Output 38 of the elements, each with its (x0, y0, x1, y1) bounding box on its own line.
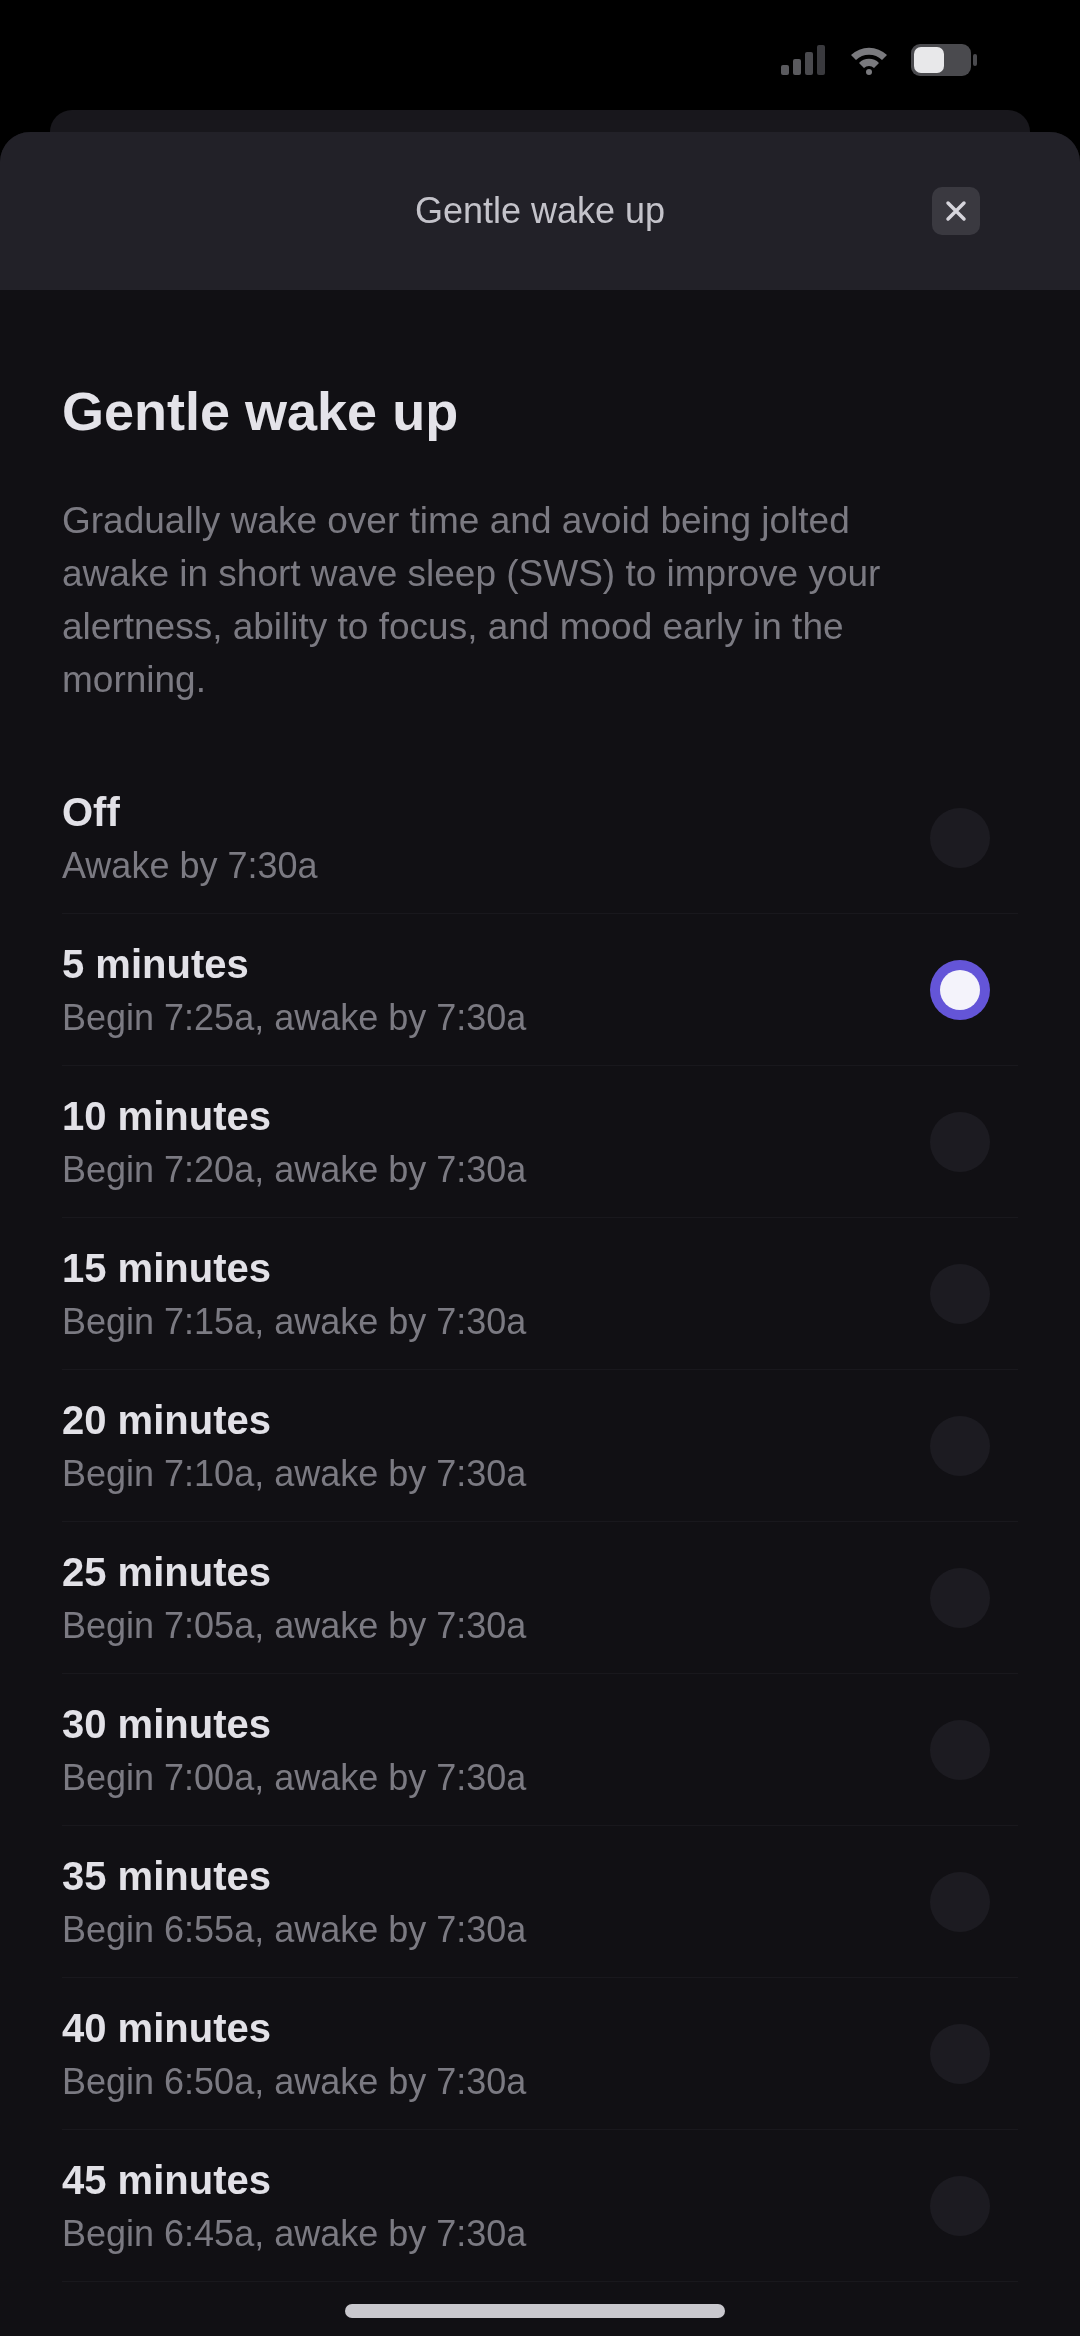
wake-option[interactable]: 15 minutes Begin 7:15a, awake by 7:30a (62, 1218, 1018, 1370)
page-heading: Gentle wake up (62, 380, 460, 442)
option-title: 20 minutes (62, 1397, 272, 1444)
wake-option[interactable]: 10 minutes Begin 7:20a, awake by 7:30a (62, 1066, 1018, 1218)
option-detail: Begin 6:45a, awake by 7:30a (62, 2213, 527, 2255)
wake-option[interactable]: 45 minutes Begin 6:45a, awake by 7:30a (62, 2130, 1018, 2282)
wake-option[interactable]: 40 minutes Begin 6:50a, awake by 7:30a (62, 1978, 1018, 2130)
option-detail: Awake by 7:30a (62, 845, 318, 887)
option-title: Off (62, 789, 121, 836)
close-icon (945, 200, 967, 222)
battery-icon (911, 44, 977, 76)
wake-option[interactable]: 35 minutes Begin 6:55a, awake by 7:30a (62, 1826, 1018, 1978)
option-detail: Begin 7:10a, awake by 7:30a (62, 1453, 527, 1495)
option-title: 30 minutes (62, 1701, 272, 1748)
close-button[interactable] (932, 187, 980, 235)
wake-option[interactable]: 20 minutes Begin 7:10a, awake by 7:30a (62, 1370, 1018, 1522)
option-title: 5 minutes (62, 941, 250, 988)
option-detail: Begin 7:00a, awake by 7:30a (62, 1757, 527, 1799)
wake-option[interactable]: 25 minutes Begin 7:05a, awake by 7:30a (62, 1522, 1018, 1674)
option-title: 10 minutes (62, 1093, 272, 1140)
option-title: 15 minutes (62, 1245, 272, 1292)
option-title: 35 minutes (62, 1853, 272, 1900)
option-detail: Begin 7:20a, awake by 7:30a (62, 1149, 527, 1191)
option-title: 40 minutes (62, 2005, 272, 2052)
option-detail: Begin 6:50a, awake by 7:30a (62, 2061, 527, 2103)
option-title: 25 minutes (62, 1549, 272, 1596)
wake-option[interactable]: 30 minutes Begin 7:00a, awake by 7:30a (62, 1674, 1018, 1826)
description-text: Gradually wake over time and avoid being jolted awake in short wave sleep (SWS) to improve your alertness, ability to focus, and mood early in the morning. (62, 499, 882, 702)
sheet-title: Gentle wake up (414, 189, 666, 233)
option-detail: Begin 6:55a, awake by 7:30a (62, 1909, 527, 1951)
wake-option[interactable]: 5 minutes Begin 7:25a, awake by 7:30a (62, 914, 1018, 1066)
signal-icon (781, 45, 827, 75)
option-detail: Begin 7:05a, awake by 7:30a (62, 1605, 527, 1647)
wifi-icon (849, 45, 889, 75)
option-detail: Begin 7:25a, awake by 7:30a (62, 997, 527, 1039)
option-detail: Begin 7:15a, awake by 7:30a (62, 1301, 527, 1343)
wake-option[interactable]: Off Awake by 7:30a (62, 762, 1018, 914)
option-title: 45 minutes (62, 2157, 272, 2204)
